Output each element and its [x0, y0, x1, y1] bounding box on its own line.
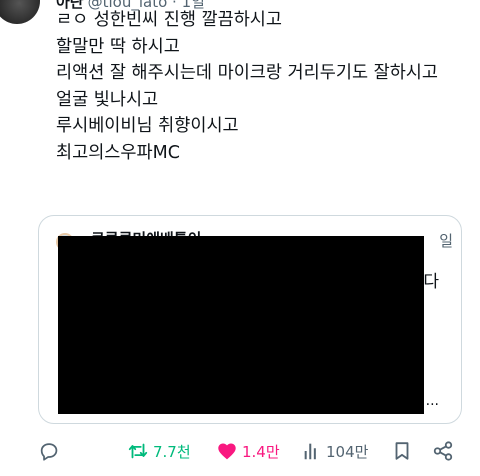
retweet-icon	[128, 443, 148, 459]
post-line: 리액션 잘 해주시는데 마이크랑 거리두기도 잘하시고	[56, 63, 439, 84]
post-line: 루시베이비님 취향이시고	[56, 116, 239, 137]
quoted-time: 일	[439, 232, 453, 250]
redaction-box	[58, 236, 424, 414]
views-count: 104만	[326, 442, 369, 461]
like-button[interactable]: 1.4만	[216, 434, 280, 468]
views-icon	[304, 443, 316, 460]
like-count: 1.4만	[242, 442, 280, 461]
post-line: 할말만 딱 하시고	[56, 36, 180, 57]
bookmark-icon	[395, 442, 409, 460]
retweet-count: 7.7천	[153, 442, 191, 461]
quoted-more: ...	[425, 393, 439, 409]
bookmark-button[interactable]	[392, 434, 412, 468]
post-line: 얼굴 빛나시고	[56, 89, 159, 110]
reply-button[interactable]	[38, 434, 60, 468]
heart-icon	[218, 443, 236, 460]
action-bar: 7.7천 1.4만 104만	[0, 434, 480, 468]
post-line: ㄹㅇ 성한빈씨 진행 깔끔하시고	[56, 10, 282, 30]
avatar[interactable]	[0, 0, 40, 24]
reply-icon	[40, 443, 58, 461]
retweet-button[interactable]: 7.7천	[127, 434, 191, 468]
share-button[interactable]	[432, 434, 454, 468]
post-text: ㄹㅇ 성한빈씨 진행 깔끔하시고 할말만 딱 하시고 리액션 잘 해주시는데 마…	[56, 7, 472, 167]
views-button[interactable]: 104만	[302, 434, 368, 468]
post-line: 최고의스우파MC	[56, 142, 180, 163]
share-icon	[433, 441, 453, 461]
